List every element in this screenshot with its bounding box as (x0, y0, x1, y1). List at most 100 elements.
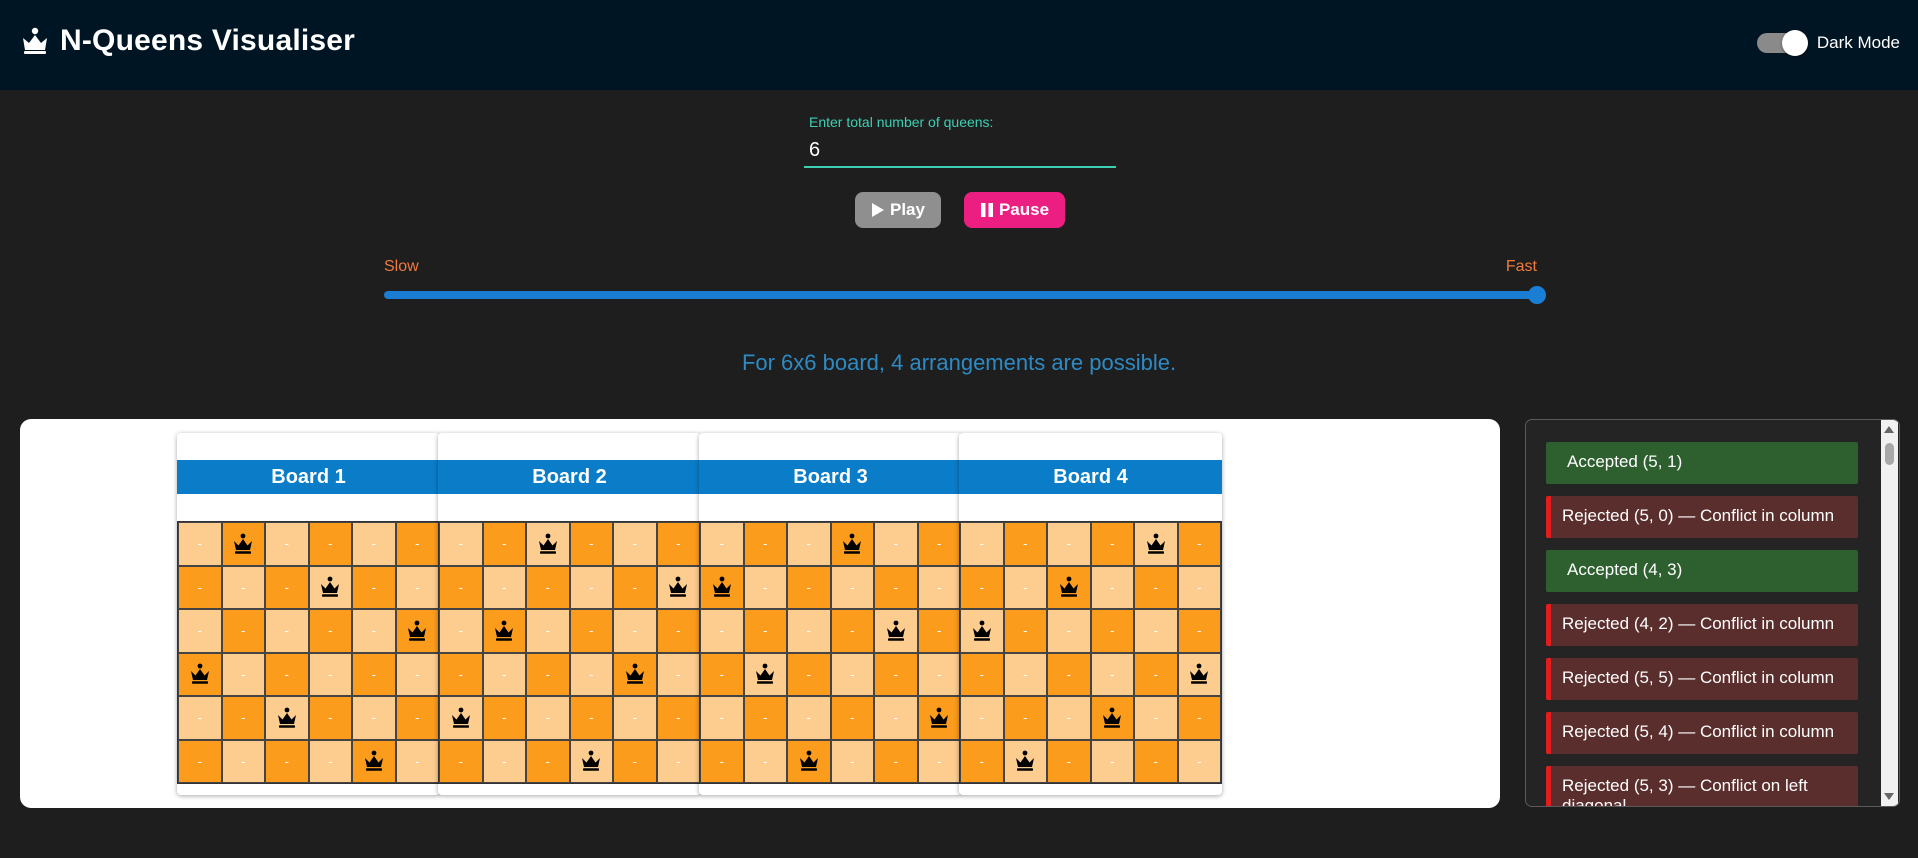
queen-icon (405, 619, 429, 643)
chessboard: - - - - - - - - - - - - - - - - - - - - - - - - - - - - - - (177, 521, 440, 784)
pause-button[interactable]: Pause (964, 192, 1065, 228)
queen-icon (275, 706, 299, 730)
scroll-down-arrow-icon[interactable] (1884, 793, 1894, 800)
board-cell-empty: - (308, 739, 352, 783)
board-cell-empty: - (178, 609, 222, 653)
board-cell-empty: - (352, 652, 396, 696)
board-cell-empty: - (395, 696, 439, 740)
empty-cell-mark: - (284, 536, 289, 552)
empty-cell-mark: - (328, 666, 333, 682)
empty-cell-mark: - (1153, 710, 1158, 726)
empty-cell-mark: - (979, 666, 984, 682)
empty-cell-mark: - (328, 623, 333, 639)
board-cell-empty: - (700, 652, 744, 696)
queen-icon (579, 749, 603, 773)
board-cell-empty: - (569, 565, 613, 609)
step-log-panel: Accepted (5, 1) Rejected (5, 0) — Conflic… (1525, 419, 1900, 807)
queen-icon (1057, 575, 1081, 599)
empty-cell-mark: - (719, 710, 724, 726)
play-button[interactable]: Play (855, 192, 941, 228)
dark-mode-toggle[interactable] (1755, 30, 1808, 56)
queen-icon (797, 749, 821, 773)
board-cell-empty: - (221, 696, 265, 740)
speed-slider-thumb[interactable] (1528, 286, 1546, 304)
empty-cell-mark: - (937, 666, 942, 682)
empty-cell-mark: - (806, 666, 811, 682)
empty-cell-mark: - (545, 753, 550, 769)
board-cell-empty: - (1177, 522, 1221, 566)
empty-cell-mark: - (415, 710, 420, 726)
board-cell-empty: - (874, 739, 918, 783)
board-cell-empty: - (308, 609, 352, 653)
empty-cell-mark: - (893, 536, 898, 552)
empty-cell-mark: - (676, 753, 681, 769)
empty-cell-mark: - (1110, 579, 1115, 595)
queen-icon (753, 662, 777, 686)
empty-cell-mark: - (937, 623, 942, 639)
board-cell-empty: - (265, 652, 309, 696)
board-card: Board 1 - - - - - - - - - - - - - - - - - - - - - - - - - - - - - - (177, 433, 440, 795)
board-title: Board 4 (959, 460, 1222, 494)
board-cell-empty: - (787, 696, 831, 740)
board-cell-empty: - (221, 739, 265, 783)
board-cell-empty: - (221, 609, 265, 653)
empty-cell-mark: - (545, 579, 550, 595)
board-cell-empty: - (830, 696, 874, 740)
pause-button-label: Pause (998, 200, 1050, 219)
scroll-up-arrow-icon[interactable] (1884, 426, 1894, 433)
board-cell-empty: - (874, 522, 918, 566)
empty-cell-mark: - (676, 710, 681, 726)
board-cell-empty: - (352, 565, 396, 609)
board-cell-empty: - (787, 652, 831, 696)
rejected-log-entry: Rejected (4, 2) — Conflict in column (1546, 604, 1858, 646)
log-scrollbar-thumb[interactable] (1885, 443, 1894, 465)
queen-icon (1013, 749, 1037, 773)
board-cell-empty: - (178, 565, 222, 609)
empty-cell-mark: - (632, 536, 637, 552)
accepted-log-entry: Accepted (5, 1) (1546, 442, 1858, 484)
queen-icon (884, 619, 908, 643)
empty-cell-mark: - (1023, 666, 1028, 682)
empty-cell-mark: - (545, 623, 550, 639)
speed-slider[interactable] (384, 286, 1546, 304)
board-cell-empty: - (265, 522, 309, 566)
log-scrollbar[interactable] (1881, 420, 1898, 806)
board-cell-queen (178, 652, 222, 696)
empty-cell-mark: - (1023, 579, 1028, 595)
empty-cell-mark: - (415, 579, 420, 595)
queens-field-label: Enter total number of queens: (809, 114, 994, 130)
empty-cell-mark: - (371, 579, 376, 595)
queens-input[interactable] (804, 134, 1116, 168)
board-cell-empty: - (743, 739, 787, 783)
board-cell-empty: - (700, 609, 744, 653)
board-cell-queen (265, 696, 309, 740)
queens-field: Enter total number of queens: (804, 114, 1116, 168)
empty-cell-mark: - (371, 666, 376, 682)
board-title: Board 3 (699, 460, 962, 494)
empty-cell-mark: - (806, 710, 811, 726)
chessboard: - - - - - - - - - - - - - - - - - - - - - - - - - - - - - - (959, 521, 1222, 784)
board-cell-empty: - (1090, 565, 1134, 609)
pause-icon (980, 202, 994, 218)
empty-cell-mark: - (241, 623, 246, 639)
empty-cell-mark: - (371, 710, 376, 726)
board-cell-empty: - (830, 739, 874, 783)
empty-cell-mark: - (676, 623, 681, 639)
empty-cell-mark: - (589, 536, 594, 552)
empty-cell-mark: - (719, 536, 724, 552)
board-cell-empty: - (1047, 652, 1091, 696)
board-cell-empty: - (1003, 696, 1047, 740)
board-cell-empty: - (874, 652, 918, 696)
empty-cell-mark: - (1197, 623, 1202, 639)
toggle-thumb[interactable] (1781, 30, 1808, 56)
board-cell-empty: - (917, 609, 961, 653)
board-cell-empty: - (1003, 609, 1047, 653)
board-card: Board 2 - - - - - - - - - - - - - - - - - - - - - - - - - - - - - - (438, 433, 701, 795)
board-cell-empty: - (613, 696, 657, 740)
board-cell-empty: - (221, 565, 265, 609)
board-title: Board 1 (177, 460, 440, 494)
board-cell-empty: - (656, 739, 700, 783)
board-cell-empty: - (482, 522, 526, 566)
board-cell-queen (874, 609, 918, 653)
board-cell-queen (960, 609, 1004, 653)
